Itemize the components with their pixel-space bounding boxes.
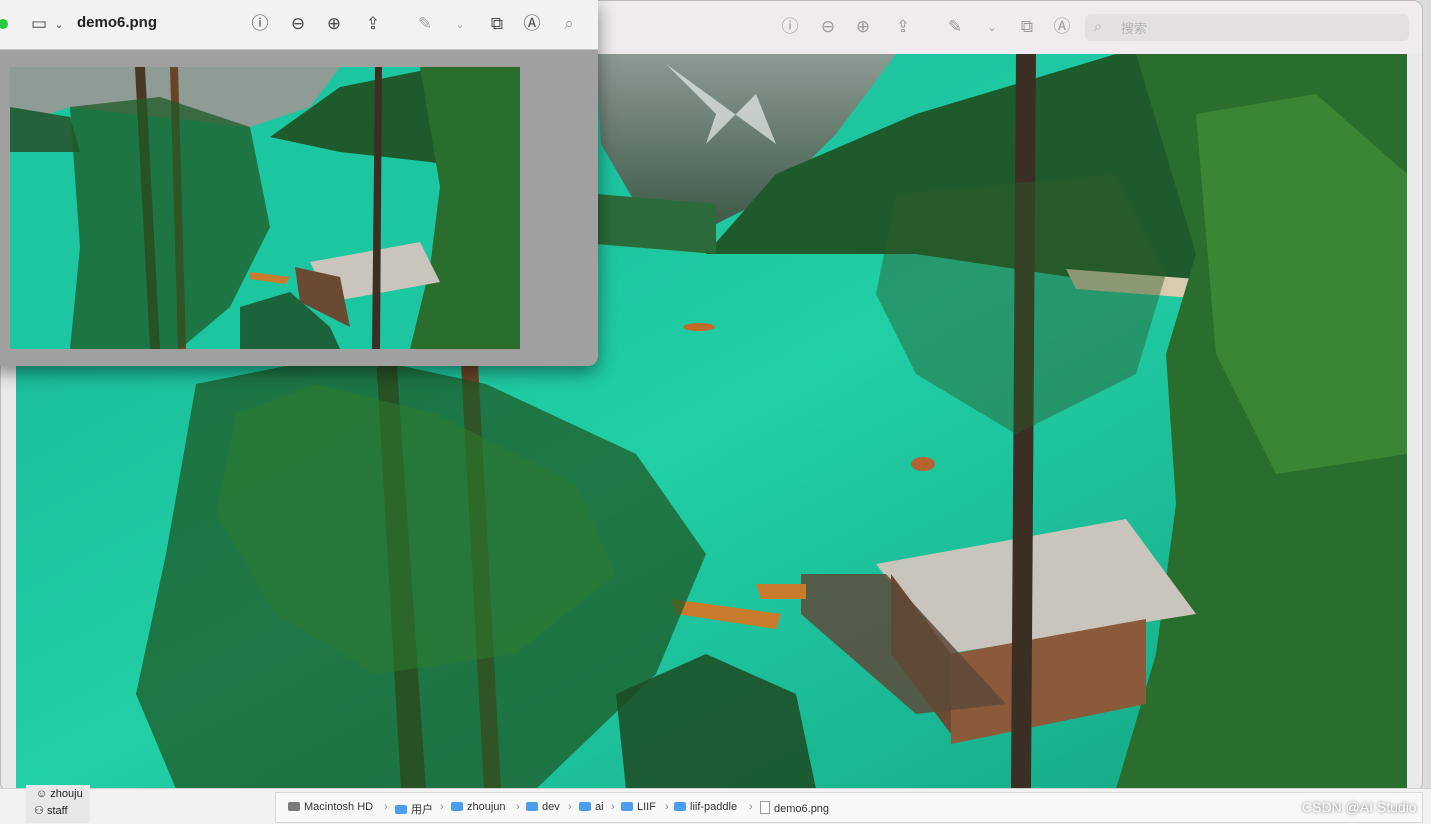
- info-icon[interactable]: ⓘ: [249, 13, 271, 35]
- share-icon[interactable]: ⇪: [892, 16, 914, 38]
- info-icon[interactable]: ⓘ: [779, 16, 801, 38]
- user-row: ☺ zhouju: [36, 788, 83, 800]
- zoom-in-icon[interactable]: ⊕: [852, 16, 874, 38]
- path-item-dev[interactable]: dev: [526, 801, 560, 813]
- user-info: ☺ zhouju ⚇ staff: [26, 785, 90, 823]
- folder-icon: [451, 802, 463, 811]
- path-bar: Macintosh HD › 用户 › zhoujun › dev › ai ›…: [275, 792, 1423, 823]
- thumbnail-photo: [10, 67, 520, 349]
- path-separator: ›: [611, 801, 615, 813]
- sidebar-toggle-icon[interactable]: ▭: [28, 13, 50, 35]
- rotate-icon[interactable]: ⧉: [1016, 16, 1038, 38]
- window-zoom-button[interactable]: [0, 19, 8, 29]
- search-input[interactable]: [1119, 18, 1393, 39]
- zoom-out-icon[interactable]: ⊖: [287, 13, 309, 35]
- path-separator: ›: [568, 801, 572, 813]
- search-icon[interactable]: ⌕: [558, 13, 580, 35]
- folder-icon: [621, 802, 633, 811]
- markup-pen-icon[interactable]: ✎: [414, 13, 436, 35]
- group-icon: ⚇: [34, 805, 44, 817]
- zoom-out-icon[interactable]: ⊖: [817, 16, 839, 38]
- rotate-icon[interactable]: ⧉: [486, 13, 508, 35]
- group-name: staff: [46, 805, 68, 817]
- path-item-zhoujun[interactable]: zhoujun: [451, 801, 506, 813]
- window-title: demo6.png: [77, 14, 158, 31]
- file-icon: [760, 801, 770, 814]
- front-preview-window: ▭ ⌄ demo6.png ⓘ ⊖ ⊕ ⇪ ✎ ⌄ ⧉ Ⓐ ⌕: [0, 0, 598, 366]
- annotate-icon[interactable]: Ⓐ: [1051, 16, 1073, 38]
- zoom-in-icon[interactable]: ⊕: [323, 13, 345, 35]
- share-icon[interactable]: ⇪: [362, 13, 384, 35]
- folder-icon: [395, 805, 407, 814]
- path-separator: ›: [384, 801, 388, 813]
- path-item-liif[interactable]: LIIF: [621, 801, 656, 813]
- path-item-file[interactable]: demo6.png: [760, 801, 829, 815]
- path-separator: ›: [440, 801, 444, 813]
- path-separator: ›: [749, 801, 753, 813]
- path-separator: ›: [516, 801, 520, 813]
- search-field[interactable]: ⌕: [1085, 14, 1409, 41]
- path-item-macintosh-hd[interactable]: Macintosh HD: [288, 801, 373, 813]
- path-item-users[interactable]: 用户: [395, 801, 433, 817]
- front-toolbar: ▭ ⌄ demo6.png ⓘ ⊖ ⊕ ⇪ ✎ ⌄ ⧉ Ⓐ ⌕: [0, 0, 598, 50]
- markup-pen-icon[interactable]: ✎: [944, 16, 966, 38]
- folder-icon: [674, 802, 686, 811]
- user-icon: ☺: [36, 788, 48, 800]
- path-separator: ›: [665, 801, 669, 813]
- disk-icon: [288, 802, 300, 811]
- path-item-ai[interactable]: ai: [579, 801, 604, 813]
- user-name: zhouju: [50, 788, 83, 800]
- watermark: CSDN @AI Studio: [1302, 799, 1417, 815]
- chevron-down-icon[interactable]: ⌄: [981, 17, 1003, 39]
- folder-icon: [579, 802, 591, 811]
- group-row: ⚇ staff: [34, 804, 68, 817]
- markup-chevron-icon[interactable]: ⌄: [449, 14, 471, 36]
- path-item-liif-paddle[interactable]: liif-paddle: [674, 801, 737, 813]
- chevron-down-icon[interactable]: ⌄: [48, 14, 70, 36]
- search-icon: ⌕: [1094, 18, 1102, 34]
- folder-icon: [526, 802, 538, 811]
- annotate-icon[interactable]: Ⓐ: [521, 13, 543, 35]
